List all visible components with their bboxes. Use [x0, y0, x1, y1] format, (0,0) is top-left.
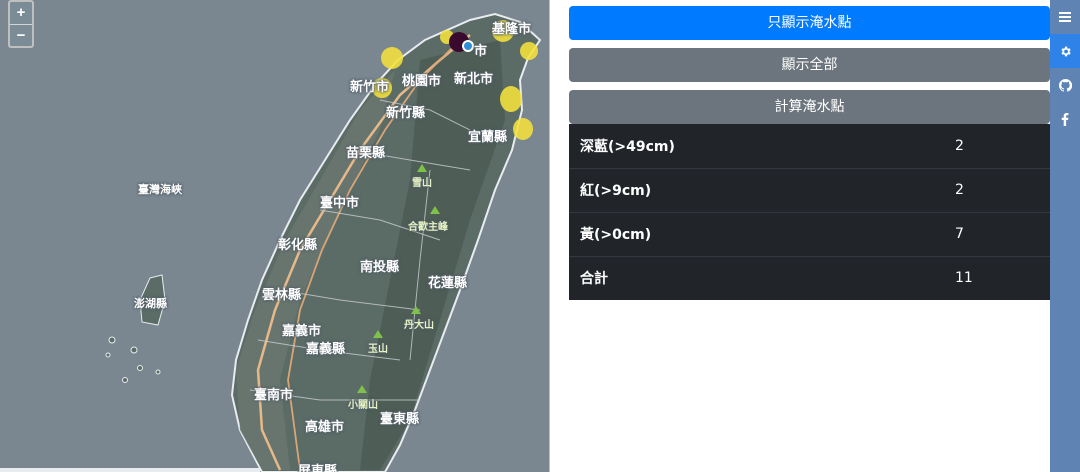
- map-label-xueshan: 雪山: [412, 178, 432, 189]
- row-count: 2: [955, 137, 964, 154]
- github-icon: [1058, 78, 1072, 92]
- zoom-control: + −: [8, 0, 34, 48]
- map-label-chiayi-city: 嘉義市: [282, 323, 322, 338]
- row-label: 紅(>9cm): [569, 167, 955, 212]
- flood-marker-yellow[interactable]: [500, 86, 522, 112]
- show-all-button[interactable]: 顯示全部: [569, 48, 1050, 82]
- table-row: 合計 11: [569, 255, 1050, 300]
- map-label-xiaoguanshan: 小關山: [348, 400, 378, 411]
- map-label-nantou: 南投縣: [360, 259, 400, 274]
- map-label-changhua: 彰化縣: [278, 237, 318, 252]
- mountain-peak-icon: [430, 206, 440, 214]
- map-label-taoyuan: 桃園市: [402, 73, 442, 88]
- mountain-peak-icon: [417, 164, 427, 172]
- table-row: 深藍(>49cm) 2: [569, 124, 1050, 168]
- map-label-kaohsiung: 高雄市: [305, 419, 345, 434]
- row-count: 11: [955, 255, 1050, 300]
- map-label-penghu: 澎湖縣: [134, 298, 167, 310]
- control-panel: 只顯示淹水點 顯示全部 計算淹水點 深藍(>49cm) 2 紅(>9cm) 2 …: [569, 6, 1050, 300]
- table-row: 黃(>0cm) 7: [569, 211, 1050, 256]
- flood-marker-yellow[interactable]: [520, 42, 538, 60]
- row-label: 深藍(>49cm): [580, 138, 675, 155]
- map-label-hsinchu-city: 新竹市: [350, 79, 390, 94]
- map-label-hualien: 花蓮縣: [428, 275, 468, 290]
- row-count: 7: [955, 211, 1050, 256]
- map-label-chiayi-county: 嘉義縣: [306, 341, 346, 356]
- map-label-dandashan: 丹大山: [404, 320, 434, 331]
- calculate-button[interactable]: 計算淹水點: [569, 90, 1050, 124]
- map-label-strait: 臺灣海峽: [138, 184, 182, 196]
- row-label: 合計: [569, 255, 955, 300]
- table-row: 紅(>9cm) 2: [569, 167, 1050, 212]
- map-label-taipei: 市: [474, 43, 488, 58]
- zoom-in-button[interactable]: +: [10, 2, 32, 24]
- facebook-icon: [1061, 112, 1069, 126]
- flood-marker-yellow[interactable]: [513, 118, 533, 140]
- flood-summary-table: 深藍(>49cm) 2 紅(>9cm) 2 黃(>0cm) 7 合計 11: [569, 124, 1050, 300]
- mountain-peak-icon: [357, 385, 367, 393]
- sidebar: [1050, 0, 1080, 472]
- map-label-hsinchu-county: 新竹縣: [386, 105, 426, 120]
- github-button[interactable]: [1050, 68, 1080, 102]
- map-label-keelung: 基隆市: [492, 21, 532, 36]
- map-label-hehuan: 合歡主峰: [408, 222, 448, 233]
- location-marker[interactable]: [462, 40, 474, 52]
- flood-marker-yellow[interactable]: [381, 47, 403, 69]
- flood-map[interactable]: + − 基隆市 市 新竹市 桃園市 新北市 新竹縣 宜蘭縣 苗栗縣 雪山 臺灣海…: [0, 0, 550, 472]
- menu-button[interactable]: [1050, 0, 1080, 34]
- map-label-pingtung: 屏東縣: [298, 463, 338, 472]
- mountain-peak-icon: [373, 330, 383, 338]
- settings-button[interactable]: [1050, 34, 1080, 68]
- facebook-button[interactable]: [1050, 102, 1080, 136]
- show-flooded-button[interactable]: 只顯示淹水點: [569, 6, 1050, 40]
- zoom-out-button[interactable]: −: [10, 24, 32, 46]
- map-label-tainan: 臺南市: [254, 387, 294, 402]
- map-label-new-taipei: 新北市: [454, 71, 494, 86]
- map-label-taitung: 臺東縣: [380, 411, 420, 426]
- map-label-yushan: 玉山: [368, 344, 388, 355]
- map-label-miaoli: 苗栗縣: [346, 145, 386, 160]
- row-count: 2: [955, 167, 1050, 212]
- gear-icon: [1060, 46, 1071, 56]
- row-label: 黃(>0cm): [569, 211, 955, 256]
- menu-icon: [1059, 12, 1071, 22]
- mountain-peak-icon: [411, 306, 421, 314]
- map-label-yilan: 宜蘭縣: [468, 129, 508, 144]
- map-label-yunlin: 雲林縣: [262, 287, 302, 302]
- map-label-taichung: 臺中市: [320, 195, 360, 210]
